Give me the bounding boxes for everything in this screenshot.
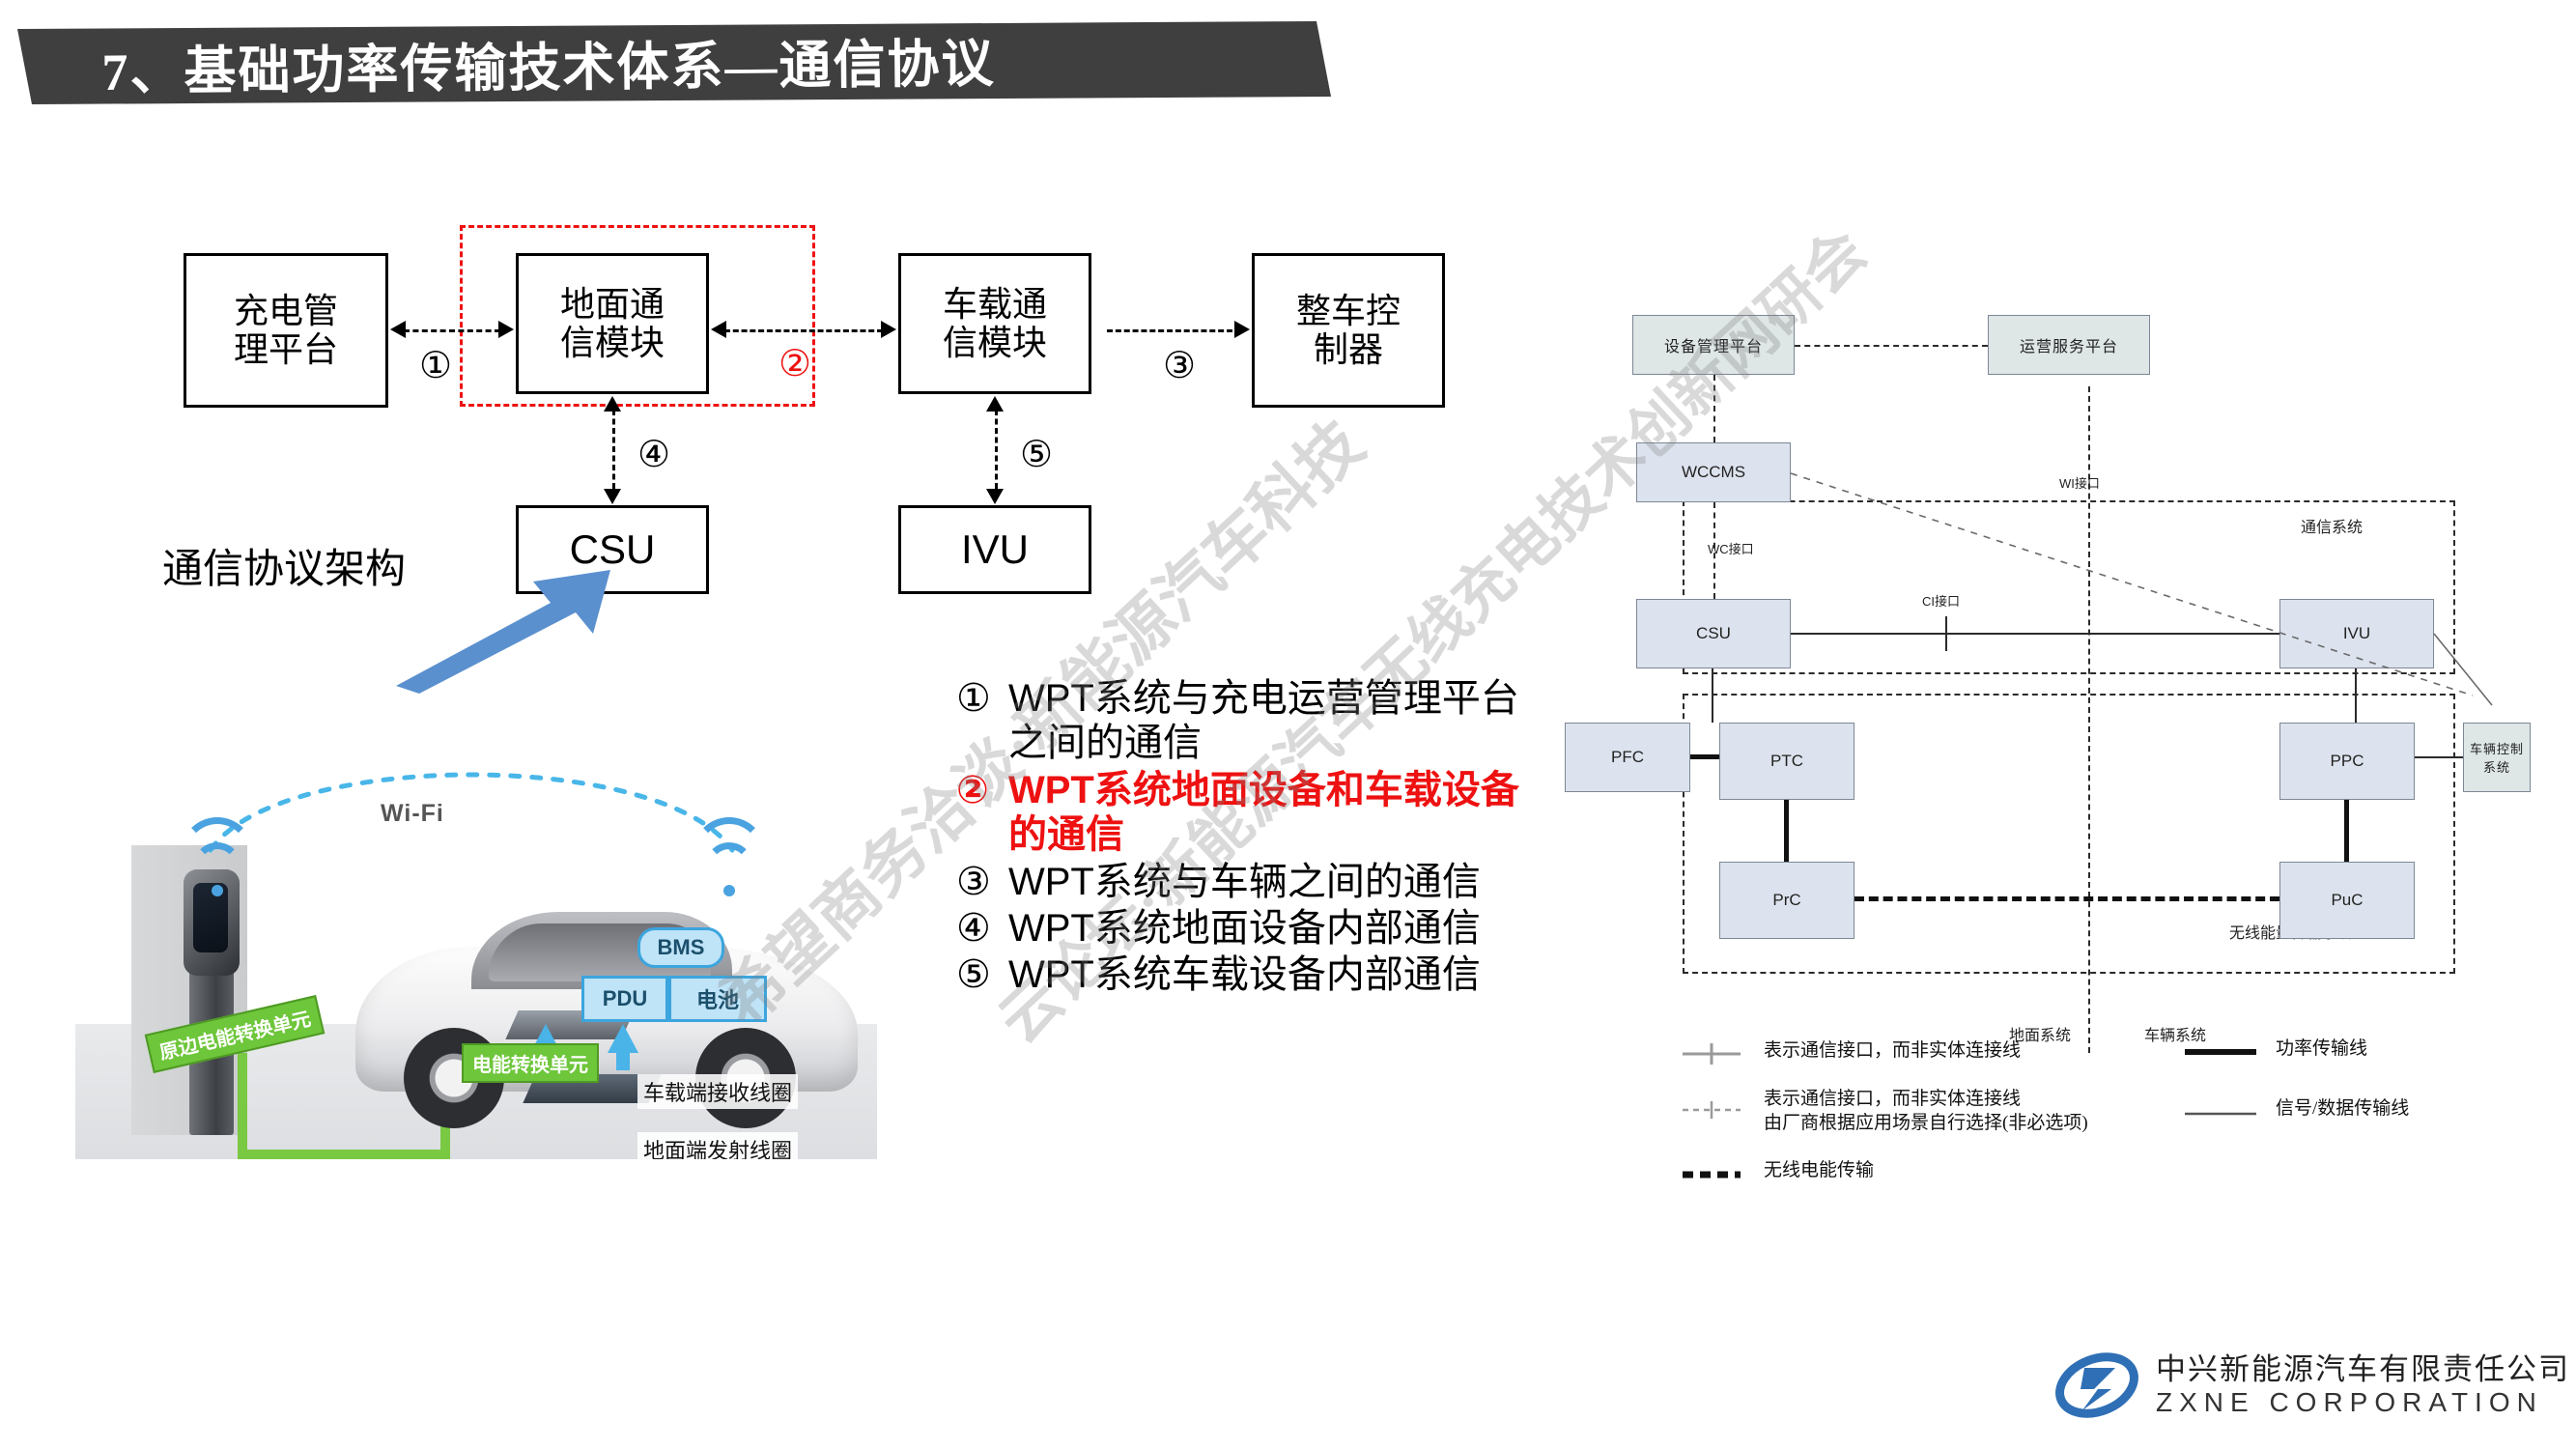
wireless-charging-illustration: Wi-Fi 原边电能转换单元 电能转换单元 车载端接收线圈 地面端发射线圈 BM… — [75, 734, 877, 1159]
box-prc: PrC — [1719, 862, 1854, 939]
box-vehicle-control-system: 车辆控制系统 — [2463, 723, 2531, 792]
arrow-head-down — [986, 489, 1004, 504]
list-item: ③ WPT系统与车辆之间的通信 — [956, 860, 1526, 904]
legend-symbol-cross-dashed — [1681, 1097, 1742, 1128]
company-name-cn: 中兴新能源汽车有限责任公司 — [2156, 1352, 2570, 1386]
diagram-legend: 表示通信接口，而非实体连接线 表示通信接口，而非实体连接线 由厂商根据应用场景自… — [1681, 1024, 2482, 1198]
list-item: ④ WPT系统地面设备内部通信 — [956, 906, 1526, 951]
marker-5: ⑤ — [1020, 435, 1054, 475]
legend-symbol-cross-solid — [1681, 1041, 1742, 1072]
connector-1 — [404, 329, 500, 334]
list-item: ① WPT系统与充电运营管理平台之间的通信 — [956, 676, 1526, 766]
list-marker: ④ — [956, 906, 991, 950]
arrow-head-up — [604, 396, 621, 412]
signal-link-csu-ptc — [1712, 668, 1713, 723]
connector-5 — [995, 410, 1000, 489]
wifi-arc — [208, 772, 735, 853]
power-link-ptc-prc — [1784, 800, 1789, 862]
company-name-en: ZXNE CORPORATION — [2156, 1387, 2543, 1417]
marker-4: ④ — [637, 435, 671, 475]
box-ptc: PTC — [1719, 723, 1854, 800]
wifi-label: Wi-Fi — [381, 800, 444, 827]
legend-symbol-thick-dashed — [1681, 1167, 1742, 1188]
box-label: 整车控 制器 — [1295, 290, 1401, 369]
list-text: WPT系统地面设备和车载设备的通信 — [1008, 768, 1519, 857]
label-energy-conversion-unit: 电能转换单元 — [462, 1043, 599, 1083]
box-label: 充电管 理平台 — [233, 290, 338, 369]
power-link-pfc-ptc — [1690, 754, 1719, 759]
marker-2: ② — [778, 344, 812, 384]
green-cable-floor — [238, 1150, 450, 1159]
legend-symbol-thin-solid — [2183, 1105, 2258, 1126]
box-vehicle-comm-module: 车载通 信模块 — [898, 253, 1091, 394]
marker-3: ③ — [1163, 346, 1197, 386]
box-charge-management-platform: 充电管 理平台 — [184, 253, 388, 408]
list-marker: ② — [956, 768, 989, 811]
diagram-caption: 通信协议架构 — [162, 546, 407, 591]
list-text: WPT系统与车辆之间的通信 — [1008, 860, 1481, 903]
label-vehicle-receive-coil: 车载端接收线圈 — [637, 1074, 799, 1109]
power-link-ppc-puc — [2344, 800, 2349, 862]
signal-link-ivu-ppc — [2355, 668, 2357, 723]
signal-link-ppc-vcs — [2415, 756, 2463, 758]
box-ppc: PPC — [2279, 723, 2415, 800]
label-battery: 电池 — [668, 976, 767, 1022]
connector-3 — [1107, 329, 1232, 334]
arrow-head-left — [711, 321, 726, 338]
legend-symbol-thick-solid — [2183, 1043, 2258, 1065]
legend-text-3: 功率传输线 — [2276, 1038, 2368, 1059]
arrow-head-left — [390, 321, 406, 338]
box-puc: PuC — [2279, 862, 2415, 939]
arrow-head-down — [604, 489, 621, 504]
box-label: 地面通 信模块 — [559, 283, 665, 362]
marker-1: ① — [419, 346, 453, 386]
legend-text-0: 表示通信接口，而非实体连接线 — [1764, 1040, 2022, 1061]
box-label: 车载通 信模块 — [942, 283, 1047, 362]
list-marker: ① — [956, 677, 991, 720]
list-text: WPT系统与充电运营管理平台之间的通信 — [1008, 677, 1519, 765]
footer-logo: 中兴新能源汽车有限责任公司 ZXNE CORPORATION — [2055, 1331, 2568, 1437]
wifi-icon-vehicle — [693, 817, 766, 898]
connector-4 — [612, 410, 617, 489]
list-item: ⑤ WPT系统车载设备内部通信 — [956, 952, 1526, 997]
green-cable-vertical — [238, 1053, 247, 1159]
connector-2 — [724, 329, 883, 334]
blue-pointer-arrow — [396, 570, 610, 694]
zxne-logo-icon — [2055, 1352, 2138, 1418]
label-bms: BMS — [637, 927, 724, 968]
arrow-head-right — [498, 321, 514, 338]
label-pdu: PDU — [581, 976, 668, 1022]
legend-text-1: 表示通信接口，而非实体连接线 由厂商根据应用场景自行选择(非必选项) — [1764, 1089, 2088, 1133]
list-text: WPT系统地面设备内部通信 — [1008, 906, 1481, 950]
arrow-head-up — [986, 396, 1004, 412]
label-ground-transmit-coil: 地面端发射线圈 — [637, 1132, 799, 1159]
box-pfc: PFC — [1565, 723, 1690, 792]
wifi-icon-ground — [181, 817, 254, 898]
legend-text-4: 信号/数据传输线 — [2276, 1098, 2410, 1119]
wireless-power-transfer-link — [1854, 896, 2279, 901]
list-text: WPT系统车载设备内部通信 — [1008, 953, 1481, 997]
box-ivu: IVU — [898, 505, 1091, 594]
box-vehicle-controller: 整车控 制器 — [1252, 253, 1445, 408]
notes-list: ① WPT系统与充电运营管理平台之间的通信 ② WPT系统地面设备和车载设备的通… — [956, 676, 1526, 1000]
arrow-head-right — [881, 321, 896, 338]
legend-text-2: 无线电能传输 — [1764, 1160, 1875, 1180]
arrow-head-right — [1234, 321, 1250, 338]
list-marker: ⑤ — [956, 953, 991, 997]
page-title: 7、基础功率传输技术体系—通信协议 — [101, 35, 996, 101]
list-item: ② WPT系统地面设备和车载设备的通信 — [956, 768, 1526, 858]
energy-arrow-head — [608, 1024, 638, 1053]
box-ground-comm-module: 地面通 信模块 — [516, 253, 709, 394]
list-marker: ③ — [956, 860, 991, 903]
